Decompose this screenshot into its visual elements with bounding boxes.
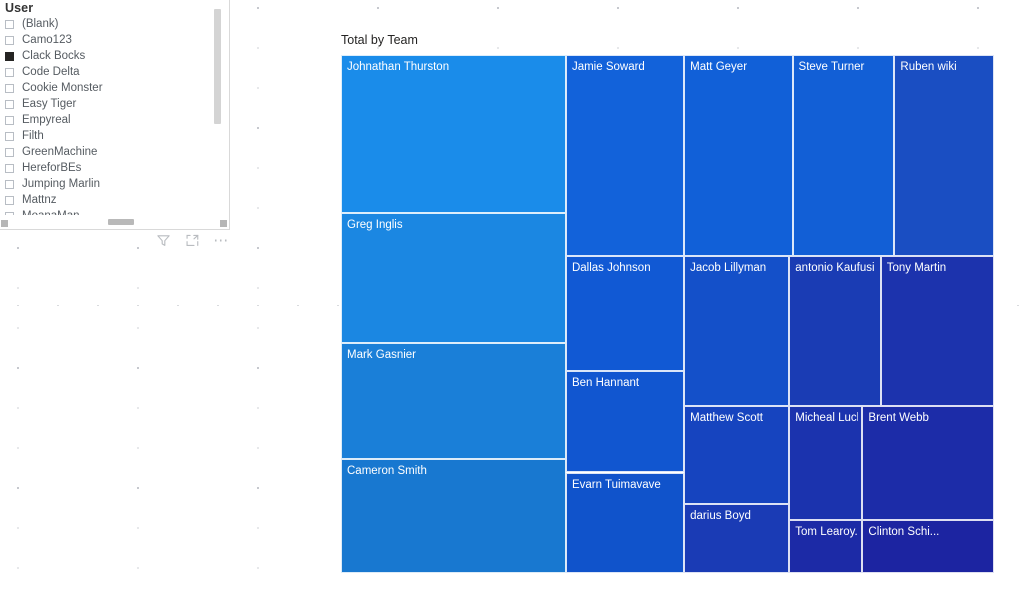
checkbox-icon[interactable] <box>5 115 14 125</box>
slicer-item[interactable]: Empyreal <box>0 112 213 128</box>
treemap-tile-label: Matt Geyer <box>690 61 748 73</box>
checkbox-icon[interactable] <box>5 67 14 77</box>
slicer-item-label: Easy Tiger <box>22 98 77 110</box>
treemap-title: Total by Team <box>341 33 418 47</box>
slicer-horizontal-scrollbar[interactable] <box>3 219 211 225</box>
slicer-title: User <box>5 1 34 15</box>
slicer-item-label: Empyreal <box>22 114 71 126</box>
treemap-tile[interactable]: Matthew Scott <box>684 406 790 504</box>
slicer-vertical-scrollbar[interactable] <box>214 3 221 209</box>
treemap-tile-label: darius Boyd <box>690 509 751 522</box>
slicer-item-label: Clack Bocks <box>22 50 86 62</box>
slicer-vertical-scrollbar-thumb[interactable] <box>214 9 221 124</box>
user-slicer-visual[interactable]: User (Blank) Camo123 Clack Bocks Code Delta… <box>0 0 230 230</box>
slicer-item[interactable]: (Blank) <box>0 16 213 32</box>
slicer-item-label: (Blank) <box>22 18 59 30</box>
treemap-tile[interactable]: Mark Gasnier <box>341 343 566 460</box>
treemap-tile[interactable]: Tony Martin <box>880 255 994 407</box>
treemap-tile[interactable]: Micheal Luck <box>789 406 863 521</box>
visual-action-bar[interactable]: ⋯ <box>155 232 230 249</box>
treemap-tile[interactable]: Clinton Schi... <box>862 520 994 573</box>
checkbox-icon[interactable] <box>5 83 14 93</box>
treemap-tile[interactable]: Jamie Soward <box>565 55 685 256</box>
slicer-item[interactable]: HereforBEs <box>0 160 213 176</box>
checkbox-icon[interactable] <box>5 147 14 157</box>
treemap-tile-label: Matthew Scott <box>690 412 764 425</box>
treemap-tile-label: Evarn Tuimavave <box>571 478 661 491</box>
resize-handle-bottom-left[interactable] <box>1 220 8 227</box>
treemap-tile[interactable]: Matt Geyer <box>684 55 793 256</box>
treemap-tile-label: Clinton Schi... <box>868 526 940 539</box>
treemap-tile[interactable]: Ben Hannant <box>565 370 685 473</box>
slicer-item-label: Jumping Marlin <box>22 178 100 190</box>
treemap-plot-area[interactable]: Johnathan Thurston Greg Inglis Mark Gasnie… <box>341 55 994 573</box>
treemap-tile[interactable]: Ruben wiki <box>894 55 994 256</box>
slicer-item[interactable]: Easy Tiger <box>0 96 213 112</box>
treemap-tile-label: Ben Hannant <box>571 376 640 389</box>
treemap-tile[interactable]: Evarn Tuimavave <box>565 472 685 573</box>
slicer-item[interactable]: Code Delta <box>0 64 213 80</box>
treemap-tile-label: Johnathan Thurston <box>347 61 450 73</box>
slicer-item[interactable]: Filth <box>0 128 213 144</box>
slicer-item-label: MoanaMan <box>22 208 80 215</box>
treemap-tile-label: antonio Kaufusi <box>795 261 875 274</box>
filter-icon[interactable] <box>155 232 172 249</box>
treemap-tile[interactable]: Cameron Smith <box>341 459 566 573</box>
treemap-tile-label: Jamie Soward <box>571 61 645 73</box>
slicer-item[interactable]: MoanaMan <box>0 208 213 215</box>
more-options-icon[interactable]: ⋯ <box>213 232 230 249</box>
slicer-item-list[interactable]: (Blank) Camo123 Clack Bocks Code Delta Cooki… <box>0 16 213 215</box>
checkbox-icon[interactable] <box>5 179 14 189</box>
focus-mode-icon[interactable] <box>184 232 201 249</box>
slicer-item[interactable]: Cookie Monster <box>0 80 213 96</box>
slicer-item-label: GreenMachine <box>22 146 98 158</box>
checkbox-icon[interactable] <box>5 211 14 215</box>
resize-handle-bottom-right[interactable] <box>220 220 227 227</box>
treemap-tile[interactable]: Brent Webb <box>862 406 994 521</box>
checkbox-checked-icon[interactable] <box>5 51 14 61</box>
treemap-tile-label: Ruben wiki <box>900 61 957 73</box>
treemap-tile-label: Micheal Luck <box>795 412 859 425</box>
slicer-item[interactable]: Mattnz <box>0 192 213 208</box>
treemap-tile-label: Dallas Johnson <box>571 261 651 274</box>
slicer-item-label: HereforBEs <box>22 162 82 174</box>
slicer-horizontal-scrollbar-thumb[interactable] <box>108 219 134 225</box>
treemap-tile[interactable]: Steve Turner <box>792 55 895 256</box>
treemap-tile-label: Brent Webb <box>868 412 929 425</box>
checkbox-icon[interactable] <box>5 99 14 109</box>
treemap-tile[interactable]: Greg Inglis <box>341 212 566 343</box>
treemap-tile-label: Tom Learoy... <box>795 526 859 539</box>
treemap-tile[interactable]: Dallas Johnson <box>565 255 685 371</box>
checkbox-icon[interactable] <box>5 163 14 173</box>
treemap-tile-label: Jacob Lillyman <box>690 261 767 274</box>
treemap-tile[interactable]: darius Boyd <box>684 503 790 573</box>
checkbox-icon[interactable] <box>5 35 14 45</box>
slicer-item[interactable]: GreenMachine <box>0 144 213 160</box>
treemap-tile[interactable]: Jacob Lillyman <box>684 255 790 407</box>
treemap-tile-label: Mark Gasnier <box>347 349 417 361</box>
checkbox-icon[interactable] <box>5 131 14 141</box>
checkbox-icon[interactable] <box>5 195 14 205</box>
slicer-item-label: Cookie Monster <box>22 82 103 94</box>
slicer-item[interactable]: Clack Bocks <box>0 48 213 64</box>
treemap-tile[interactable]: Tom Learoy... <box>789 520 863 573</box>
treemap-tile-label: Tony Martin <box>886 261 947 274</box>
treemap-tile-label: Steve Turner <box>798 61 865 73</box>
slicer-item-label: Mattnz <box>22 194 57 206</box>
slicer-item[interactable]: Jumping Marlin <box>0 176 213 192</box>
slicer-item-label: Camo123 <box>22 34 72 46</box>
slicer-item[interactable]: Camo123 <box>0 32 213 48</box>
total-by-team-treemap-visual[interactable]: Total by Team Johnathan Thurston Greg Ing… <box>340 33 994 573</box>
treemap-tile-label: Greg Inglis <box>347 218 403 231</box>
slicer-item-label: Filth <box>22 130 44 142</box>
treemap-tile-label: Cameron Smith <box>347 465 427 478</box>
checkbox-icon[interactable] <box>5 19 14 29</box>
treemap-tile[interactable]: Johnathan Thurston <box>341 55 566 213</box>
more-options-glyph: ⋯ <box>213 231 230 249</box>
slicer-item-label: Code Delta <box>22 66 80 78</box>
treemap-tile[interactable]: antonio Kaufusi <box>789 255 881 407</box>
